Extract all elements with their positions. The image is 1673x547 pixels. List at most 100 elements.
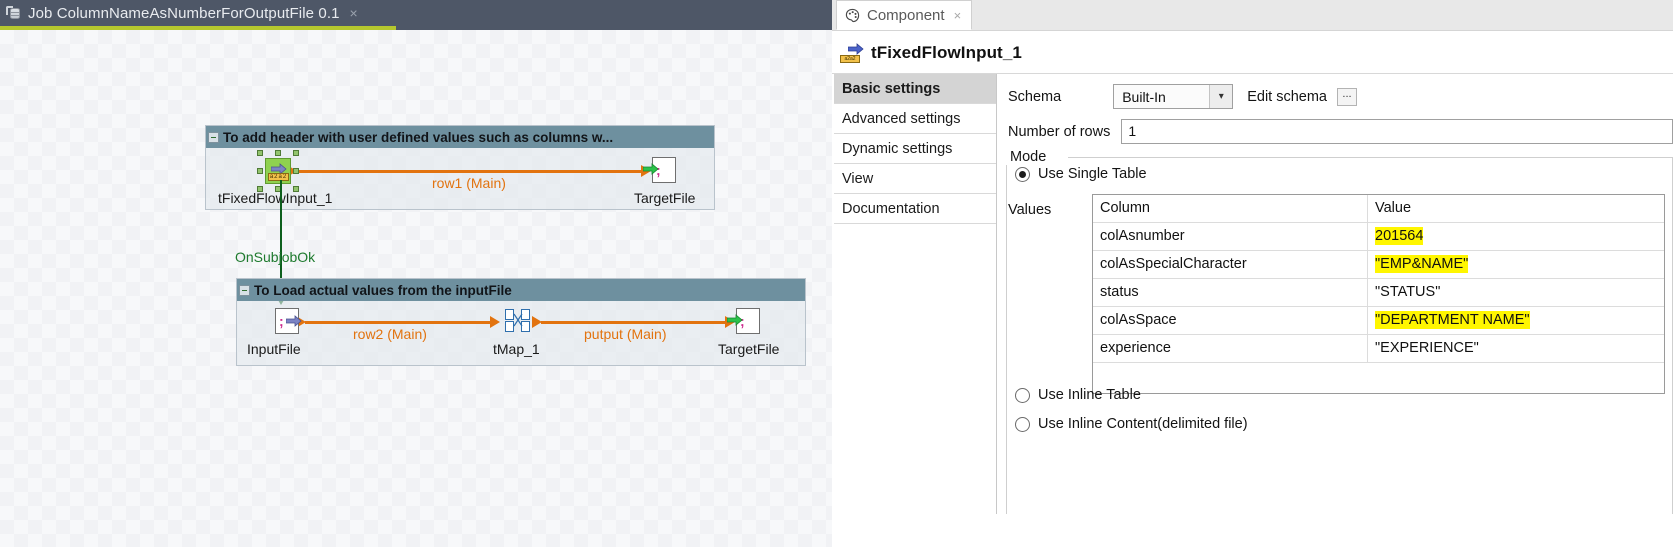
tab-advanced-settings[interactable]: Advanced settings <box>834 104 996 134</box>
values-cell-column: colAsnumber <box>1093 223 1368 250</box>
values-cell-column: colAsSpecialCharacter <box>1093 251 1368 278</box>
tab-view-label: View <box>842 170 874 187</box>
component-properties-panel: Component × a2a2 tFixedFlowInput_1 Basic… <box>832 0 1673 547</box>
component-title-row: a2a2 tFixedFlowInput_1 <box>832 36 1673 70</box>
palette-icon <box>845 8 860 22</box>
subjob-2-title: To Load actual values from the inputFile <box>254 282 512 298</box>
node-tfixedflowinput-1[interactable]: a2a2 <box>257 150 299 192</box>
number-of-rows-input[interactable]: 1 <box>1121 119 1673 144</box>
table-row[interactable]: colAsnumber 201564 <box>1093 223 1664 251</box>
subjob-2-header: To Load actual values from the inputFile <box>237 279 805 301</box>
link-label-row2[interactable]: row2 (Main) <box>353 326 427 342</box>
values-cell-value[interactable]: 201564 <box>1368 223 1664 250</box>
subjob-1-header: To add header with user defined values s… <box>206 126 714 148</box>
node-inputfile[interactable]: ; <box>275 308 302 334</box>
schema-label: Schema <box>1008 88 1062 105</box>
values-cell-column: status <box>1093 279 1368 306</box>
table-row[interactable]: colAsSpace "DEPARTMENT NAME" <box>1093 307 1664 335</box>
schema-row: Schema Built-In ▾ Edit schema ... <box>1008 84 1357 109</box>
values-table[interactable]: Column Value colAsnumber 201564 colAsSpe… <box>1092 194 1665 394</box>
radio-icon <box>1015 166 1030 182</box>
tmap-icon <box>505 308 531 334</box>
connection-row1[interactable] <box>296 170 648 173</box>
radio-icon <box>1015 416 1030 432</box>
radio-use-inline-table-label: Use Inline Table <box>1038 387 1141 403</box>
node-label-targetfile-2: TargetFile <box>718 341 780 357</box>
job-canvas[interactable]: To add header with user defined values s… <box>0 30 832 547</box>
table-row[interactable]: colAsSpecialCharacter "EMP&NAME" <box>1093 251 1664 279</box>
link-label-putput[interactable]: putput (Main) <box>584 326 666 342</box>
tab-view[interactable]: View <box>834 164 996 194</box>
tfileoutput-icon: ; <box>643 157 676 183</box>
radio-use-inline-content[interactable]: Use Inline Content(delimited file) <box>1015 416 1248 432</box>
edit-schema-button[interactable]: Edit schema <box>1247 89 1327 105</box>
tab-documentation[interactable]: Documentation <box>834 194 996 224</box>
close-icon[interactable]: × <box>954 8 962 23</box>
node-tmap-1[interactable] <box>505 308 531 334</box>
values-cell-value[interactable]: "EMP&NAME" <box>1368 251 1664 278</box>
tab-advanced-settings-label: Advanced settings <box>842 110 961 127</box>
tfileoutput-icon: ; <box>727 308 760 334</box>
tab-dynamic-settings-label: Dynamic settings <box>842 140 953 157</box>
values-cell-value[interactable]: "STATUS" <box>1368 279 1664 306</box>
mode-group-border-right <box>1068 157 1673 158</box>
job-tab-title: Job ColumnNameAsNumberForOutputFile 0.1 <box>28 4 340 22</box>
radio-use-inline-content-label: Use Inline Content(delimited file) <box>1038 416 1248 432</box>
job-icon <box>6 5 22 21</box>
edit-schema-dots-button[interactable]: ... <box>1337 87 1357 106</box>
tab-dynamic-settings[interactable]: Dynamic settings <box>834 134 996 164</box>
radio-use-inline-table[interactable]: Use Inline Table <box>1015 387 1141 403</box>
tab-component-label: Component <box>867 6 945 24</box>
schema-select-value: Built-In <box>1122 88 1166 105</box>
properties-bottom-area <box>832 514 1673 547</box>
properties-tab-strip: Component × <box>832 0 1673 31</box>
node-targetfile-2[interactable]: ; <box>727 308 760 334</box>
radio-use-single-table[interactable]: Use Single Table <box>1015 166 1147 182</box>
arrow-icon <box>532 316 542 328</box>
connection-putput[interactable] <box>541 321 731 324</box>
job-tab[interactable]: Job ColumnNameAsNumberForOutputFile 0.1 … <box>0 0 396 30</box>
tab-component[interactable]: Component × <box>836 0 973 30</box>
subjob-1-title: To add header with user defined values s… <box>223 129 614 145</box>
values-header-column: Column <box>1093 195 1368 222</box>
close-icon[interactable]: × <box>350 6 358 20</box>
values-table-header: Column Value <box>1093 195 1664 223</box>
schema-select[interactable]: Built-In ▾ <box>1113 84 1234 109</box>
tfileinput-icon: ; <box>275 308 302 334</box>
tab-documentation-label: Documentation <box>842 200 940 217</box>
settings-tab-list: Basic settings Advanced settings Dynamic… <box>834 74 997 515</box>
values-cell-column: experience <box>1093 335 1368 362</box>
app-window: Job ColumnNameAsNumberForOutputFile 0.1 … <box>0 0 1673 547</box>
number-of-rows-label: Number of rows <box>1008 123 1111 140</box>
chevron-down-icon: ▾ <box>1209 85 1233 108</box>
values-cell-value[interactable]: "DEPARTMENT NAME" <box>1368 307 1664 334</box>
values-cell-column: colAsSpace <box>1093 307 1368 334</box>
values-label: Values <box>1008 202 1052 218</box>
link-label-row1[interactable]: row1 (Main) <box>432 175 506 191</box>
node-targetfile-1[interactable]: ; <box>643 157 676 183</box>
number-of-rows-row: Number of rows 1 <box>1008 119 1673 144</box>
arrow-icon <box>490 316 500 328</box>
collapse-icon[interactable] <box>239 284 250 296</box>
mode-group-legend: Mode <box>1006 149 1051 165</box>
tab-basic-settings[interactable]: Basic settings <box>834 74 996 104</box>
trigger-label-onsubjobok: OnSubjobOk <box>235 249 316 265</box>
page-title: tFixedFlowInput_1 <box>871 43 1022 62</box>
connection-row2[interactable] <box>305 321 497 324</box>
values-header-value: Value <box>1375 200 1412 216</box>
values-table-empty-area[interactable] <box>1093 363 1664 393</box>
radio-use-single-table-label: Use Single Table <box>1038 166 1147 182</box>
node-label-tmap-1: tMap_1 <box>493 341 540 357</box>
table-row[interactable]: status "STATUS" <box>1093 279 1664 307</box>
tfixedflowinput-icon: a2a2 <box>840 43 864 63</box>
tfixedflowinput-icon: a2a2 <box>265 158 291 184</box>
job-tab-bar: Job ColumnNameAsNumberForOutputFile 0.1 … <box>0 0 832 30</box>
node-label-inputfile: InputFile <box>247 341 301 357</box>
job-editor: Job ColumnNameAsNumberForOutputFile 0.1 … <box>0 0 832 547</box>
node-label-tfixedflowinput-1: tFixedFlowInput_1 <box>218 190 333 206</box>
node-label-targetfile-1: TargetFile <box>634 190 696 206</box>
properties-body: Basic settings Advanced settings Dynamic… <box>832 73 1673 515</box>
table-row[interactable]: experience "EXPERIENCE" <box>1093 335 1664 363</box>
values-cell-value[interactable]: "EXPERIENCE" <box>1368 335 1664 362</box>
collapse-icon[interactable] <box>208 131 219 143</box>
